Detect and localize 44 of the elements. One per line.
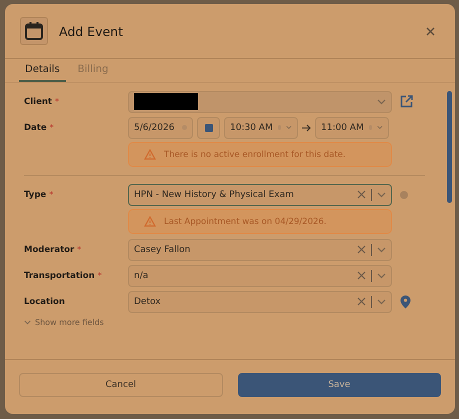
chevron-icon[interactable] — [377, 272, 386, 278]
date-field[interactable]: 5/6/2026 — [128, 116, 193, 138]
required-mark: * — [77, 245, 82, 254]
field-label: Moderator — [24, 244, 74, 254]
warning-icon — [144, 149, 156, 160]
redacted-block — [134, 93, 198, 110]
alert-text: There is no active enrollment for this date. — [164, 150, 346, 160]
dialog-title: Add Event — [59, 24, 124, 38]
field-label: Location — [24, 296, 65, 306]
chevron-icon[interactable] — [377, 246, 386, 252]
calendar-icon — [204, 123, 212, 132]
arrow-right-icon — [302, 124, 311, 132]
chevron-icon[interactable] — [377, 192, 386, 198]
field-label: Client — [24, 96, 52, 106]
time-select[interactable]: 10:30 AM — [224, 116, 298, 138]
required-mark: * — [50, 123, 54, 132]
tab[interactable]: Details — [19, 59, 66, 82]
map-pin-icon[interactable] — [400, 294, 411, 308]
save-button[interactable]: Save — [238, 373, 441, 397]
chevron-icon — [377, 98, 386, 104]
client-select[interactable] — [128, 90, 392, 112]
chevron-icon — [377, 125, 383, 130]
external-link-icon[interactable] — [400, 95, 413, 108]
alert-text: Last Appointment was on 04/29/2026. — [164, 216, 327, 226]
close-icon[interactable] — [424, 24, 437, 38]
chevron-icon — [24, 320, 31, 325]
chevron-icon — [286, 125, 292, 130]
warning-icon — [144, 216, 156, 227]
cancel-button[interactable]: Cancel — [19, 373, 222, 397]
select-field[interactable]: Casey Fallon — [128, 238, 392, 260]
required-mark: * — [98, 271, 102, 280]
field-label: Type — [24, 190, 46, 200]
select-field[interactable]: n/a — [128, 264, 392, 286]
field-label: Transportation — [24, 270, 95, 280]
select-field[interactable]: HPN - New History & Physical Exam — [128, 184, 392, 206]
calendar-icon — [20, 17, 48, 45]
calendar-button[interactable] — [197, 116, 220, 138]
select-field[interactable]: Detox — [128, 290, 392, 312]
required-mark: * — [49, 190, 54, 199]
time-select[interactable]: 11:00 AM — [315, 116, 389, 138]
required-mark: * — [54, 97, 59, 106]
field-label: Date — [24, 122, 47, 132]
chevron-icon[interactable] — [377, 298, 386, 304]
status-dot-icon — [400, 190, 408, 198]
